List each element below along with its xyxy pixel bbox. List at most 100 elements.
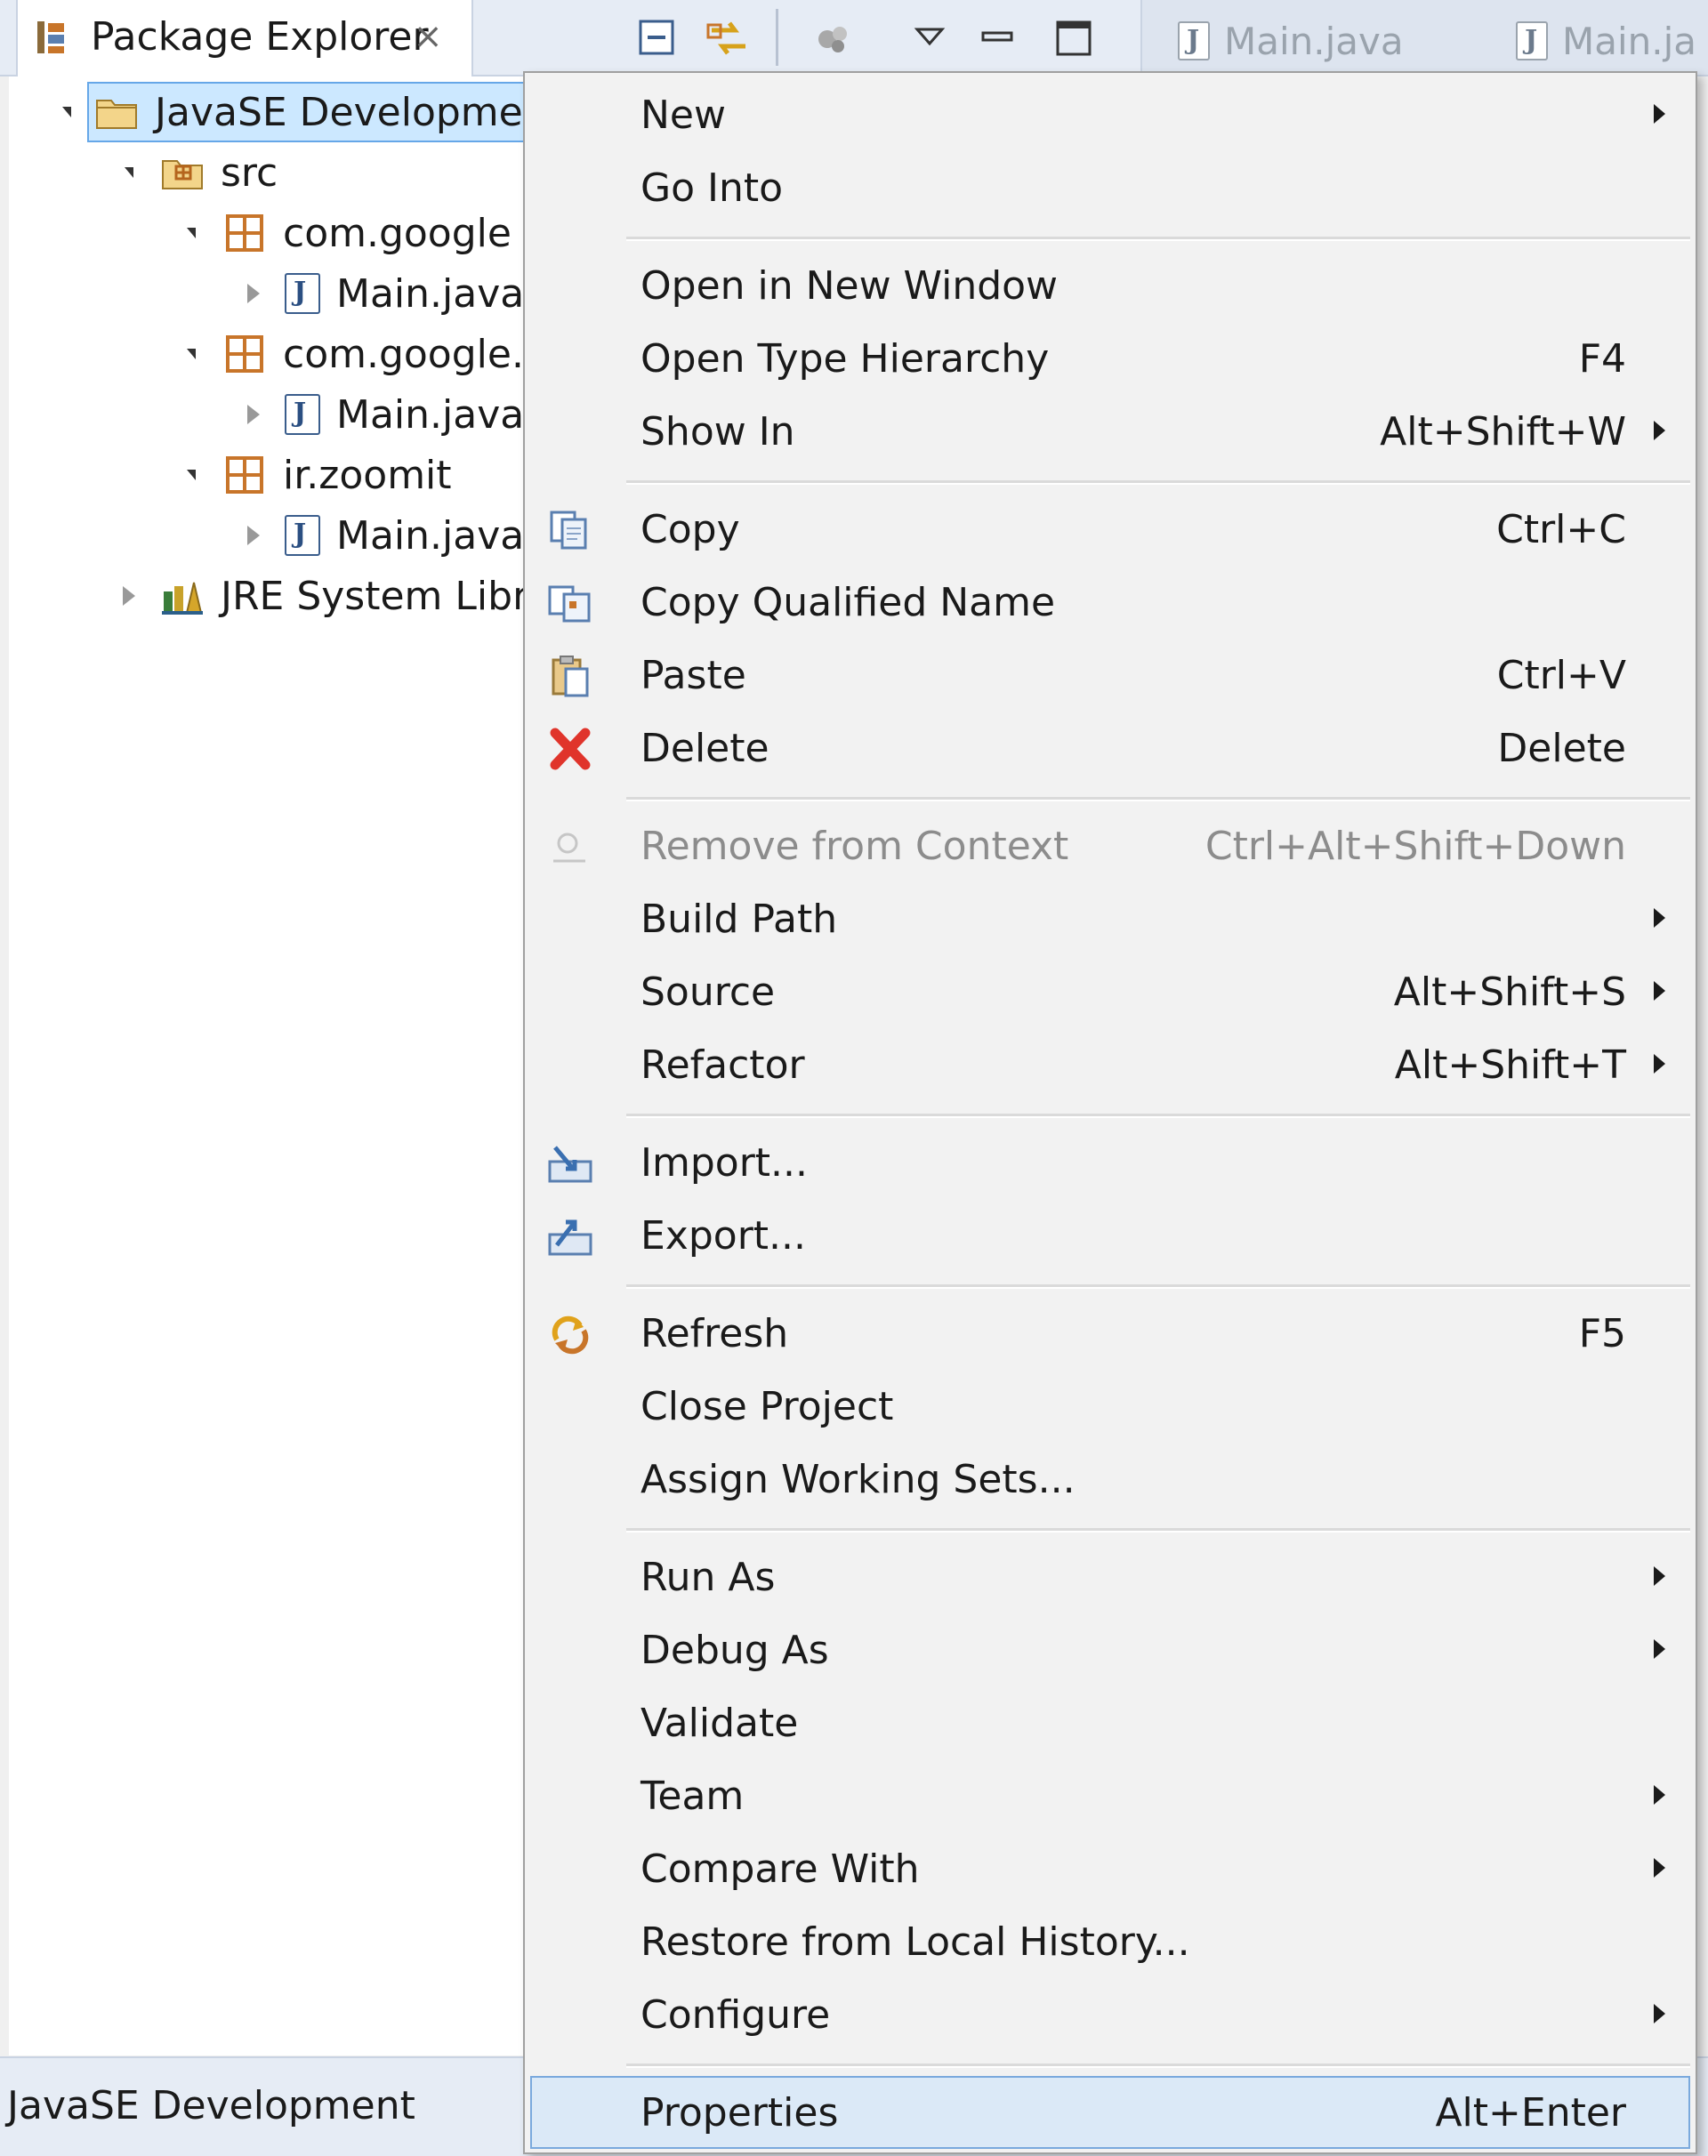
menu-item-validate[interactable]: Validate — [532, 1688, 1688, 1758]
editor-tab[interactable]: Main.java — [1178, 9, 1404, 73]
maximize-icon[interactable] — [1048, 12, 1100, 64]
close-icon[interactable]: ⨯ — [409, 18, 447, 55]
menu-item-label: Team — [640, 1773, 745, 1819]
editor-tab[interactable]: Main.ja — [1516, 9, 1696, 73]
menu-item-assign-working-sets[interactable]: Assign Working Sets... — [532, 1444, 1688, 1514]
twisty-expanded[interactable] — [176, 218, 206, 248]
menu-item-label: Paste — [640, 652, 746, 698]
menu-item-shortcut: Ctrl+C — [1496, 506, 1626, 552]
menu-item-shortcut: Alt+Enter — [1435, 2089, 1626, 2136]
tree-item-project[interactable]: JavaSE Development — [87, 82, 563, 142]
menu-item-configure[interactable]: Configure — [532, 1980, 1688, 2049]
menu-item-copy[interactable]: Copy Ctrl+C — [532, 495, 1688, 564]
menu-item-compare-with[interactable]: Compare With — [532, 1834, 1688, 1903]
menu-item-label: Delete — [640, 725, 769, 771]
minimize-icon[interactable] — [971, 12, 1023, 64]
menu-item-export[interactable]: Export... — [532, 1201, 1688, 1270]
java-file-icon — [285, 273, 320, 314]
menu-item-restore-local-history[interactable]: Restore from Local History... — [532, 1907, 1688, 1976]
export-icon — [548, 1219, 592, 1256]
menu-item-debug-as[interactable]: Debug As — [532, 1615, 1688, 1685]
delete-icon — [550, 728, 591, 770]
package-explorer-icon — [37, 21, 64, 53]
menu-item-remove-from-context: Remove from Context Ctrl+Alt+Shift+Down — [532, 811, 1688, 881]
menu-item-open-in-new-window[interactable]: Open in New Window — [532, 251, 1688, 320]
submenu-arrow-icon — [1654, 1639, 1665, 1659]
tree-item-src[interactable]: src — [114, 144, 278, 201]
menu-separator — [626, 2063, 1690, 2068]
menu-item-refactor[interactable]: Refactor Alt+Shift+T — [532, 1030, 1688, 1099]
menu-separator — [626, 237, 1690, 241]
menu-item-new[interactable]: New — [532, 80, 1688, 149]
menu-item-label: Show In — [640, 408, 795, 455]
java-file-icon — [1178, 21, 1210, 60]
tree-item-java-file[interactable]: Main.java — [238, 265, 524, 322]
tree-item-label: ir.zoomit — [283, 452, 452, 498]
submenu-arrow-icon — [1654, 1785, 1665, 1805]
refresh-icon — [552, 1315, 589, 1355]
twisty-expanded[interactable] — [176, 339, 206, 369]
submenu-arrow-icon — [1654, 421, 1665, 440]
twisty-collapsed[interactable] — [238, 399, 269, 430]
twisty-collapsed[interactable] — [238, 278, 269, 309]
tree-item-jre-library[interactable]: JRE System Librar — [114, 567, 568, 624]
menu-item-label: Open in New Window — [640, 262, 1059, 309]
menu-item-open-type-hierarchy[interactable]: Open Type Hierarchy F4 — [532, 324, 1688, 393]
filter-icon[interactable] — [808, 12, 859, 64]
menu-item-copy-qualified-name[interactable]: Copy Qualified Name — [532, 567, 1688, 637]
package-icon — [226, 335, 263, 373]
collapse-all-icon[interactable] — [632, 12, 683, 64]
menu-item-shortcut: F4 — [1578, 335, 1626, 382]
menu-item-label: Close Project — [640, 1383, 894, 1429]
paste-icon — [552, 656, 589, 697]
tree-item-java-file[interactable]: Main.java — [238, 386, 524, 443]
view-menu-icon[interactable] — [904, 12, 955, 64]
link-with-editor-icon[interactable] — [703, 12, 754, 64]
tree-item-label: Main.java — [336, 391, 525, 438]
tree-item-label: src — [221, 149, 278, 196]
menu-item-import[interactable]: Import... — [532, 1128, 1688, 1197]
menu-item-shortcut: Alt+Shift+W — [1380, 408, 1626, 455]
menu-item-run-as[interactable]: Run As — [532, 1542, 1688, 1612]
tree-item-package[interactable]: com.google — [176, 205, 512, 261]
twisty-expanded[interactable] — [114, 157, 144, 188]
editor-tab-label: Main.ja — [1562, 19, 1697, 63]
twisty-expanded[interactable] — [176, 460, 206, 490]
menu-item-label: New — [640, 92, 726, 138]
menu-item-label: Build Path — [640, 896, 838, 942]
package-explorer-tree: JavaSE Development src com.google Main.j… — [9, 76, 568, 2055]
menu-item-build-path[interactable]: Build Path — [532, 884, 1688, 953]
menu-item-label: Run As — [640, 1554, 776, 1600]
menu-item-paste[interactable]: Paste Ctrl+V — [532, 640, 1688, 710]
menu-item-shortcut: F5 — [1578, 1310, 1626, 1356]
tree-item-label: com.google.j — [283, 331, 536, 377]
tree-item-package[interactable]: com.google.j — [176, 326, 535, 382]
menu-item-label: Go Into — [640, 165, 784, 211]
menu-item-source[interactable]: Source Alt+Shift+S — [532, 957, 1688, 1026]
menu-item-label: Compare With — [640, 1846, 920, 1892]
menu-item-shortcut: Ctrl+Alt+Shift+Down — [1204, 823, 1626, 869]
menu-item-delete[interactable]: Delete Delete — [532, 713, 1688, 783]
twisty-collapsed[interactable] — [238, 520, 269, 551]
tree-item-java-file[interactable]: Main.java — [238, 507, 524, 564]
menu-item-team[interactable]: Team — [532, 1761, 1688, 1830]
menu-item-refresh[interactable]: Refresh F5 — [532, 1299, 1688, 1368]
twisty-expanded[interactable] — [52, 84, 98, 141]
menu-separator — [626, 1284, 1690, 1289]
menu-item-show-in[interactable]: Show In Alt+Shift+W — [532, 397, 1688, 466]
import-icon — [548, 1146, 592, 1183]
menu-item-go-into[interactable]: Go Into — [532, 153, 1688, 222]
twisty-collapsed[interactable] — [114, 581, 144, 611]
tree-item-label: JavaSE Development — [155, 89, 563, 135]
menu-item-close-project[interactable]: Close Project — [532, 1372, 1688, 1441]
menu-item-label: Refresh — [640, 1310, 789, 1356]
java-file-icon — [1516, 21, 1548, 60]
menu-item-properties[interactable]: Properties Alt+Enter — [530, 2076, 1690, 2149]
tree-item-package[interactable]: ir.zoomit — [176, 446, 452, 503]
menu-item-shortcut: Ctrl+V — [1496, 652, 1626, 698]
menu-item-label: Restore from Local History... — [640, 1919, 1190, 1965]
package-explorer-title: Package Explorer — [91, 14, 429, 60]
submenu-arrow-icon — [1654, 1858, 1665, 1878]
menu-item-label: Source — [640, 969, 776, 1015]
menu-item-label: Properties — [640, 2089, 839, 2136]
